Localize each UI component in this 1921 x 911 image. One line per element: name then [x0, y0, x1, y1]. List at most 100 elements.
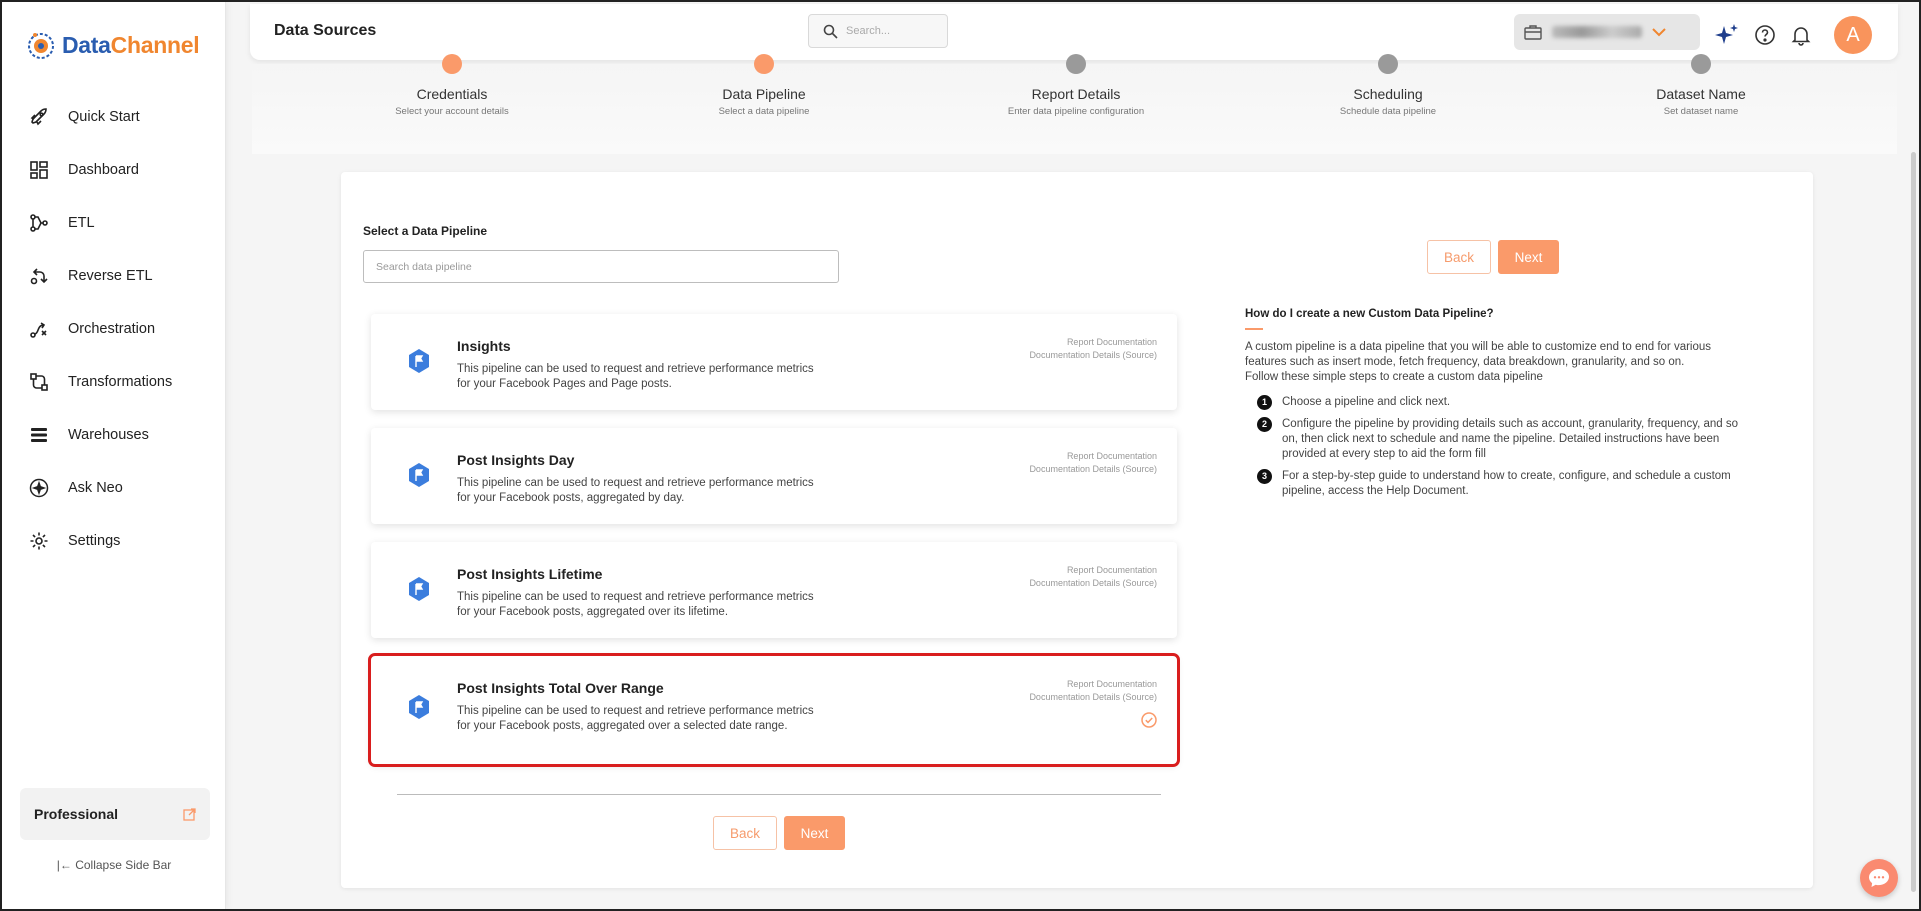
plan-badge[interactable]: Professional — [20, 788, 210, 840]
workspace-name-redacted — [1552, 26, 1642, 38]
sidebar-item-label: Dashboard — [68, 161, 139, 178]
chevron-down-icon — [1652, 28, 1666, 37]
pipeline-doc-links: Report Documentation Documentation Detai… — [1029, 336, 1157, 362]
step-data-pipeline[interactable]: Data Pipeline Select a data pipeline — [664, 54, 864, 117]
help-paragraph: A custom pipeline is a data pipeline tha… — [1245, 341, 1712, 368]
rocket-icon — [28, 106, 50, 128]
next-button-bottom[interactable]: Next — [784, 816, 845, 850]
step-scheduling[interactable]: Scheduling Schedule data pipeline — [1288, 54, 1488, 117]
pipeline-doc-links: Report Documentation Documentation Detai… — [1029, 564, 1157, 590]
step-name: Scheduling — [1353, 86, 1423, 102]
sidebar-item-orchestration[interactable]: Orchestration — [2, 302, 226, 355]
step-subtitle: Select your account details — [395, 106, 509, 117]
documentation-details-link[interactable]: Documentation Details (Source) — [1029, 463, 1157, 476]
header-actions: A — [1714, 16, 1872, 54]
documentation-details-link[interactable]: Documentation Details (Source) — [1029, 691, 1157, 704]
pipeline-doc-links: Report Documentation Documentation Detai… — [1029, 678, 1157, 704]
step-credentials[interactable]: Credentials Select your account details — [352, 54, 552, 117]
sidebar-item-settings[interactable]: Settings — [2, 514, 226, 567]
pipeline-title: Post Insights Total Over Range — [457, 680, 664, 696]
step-number: 1 — [1257, 395, 1272, 410]
sidebar-item-transformations[interactable]: Transformations — [2, 355, 226, 408]
pipeline-title: Post Insights Day — [457, 452, 575, 468]
pipeline-doc-links: Report Documentation Documentation Detai… — [1029, 450, 1157, 476]
step-subtitle: Schedule data pipeline — [1339, 106, 1437, 117]
step-subtitle: Set dataset name — [1663, 106, 1739, 117]
gear-icon — [28, 530, 50, 552]
sidebar-item-etl[interactable]: ETL — [2, 196, 226, 249]
page-title: Data Sources — [274, 22, 377, 39]
reverse-etl-icon — [28, 265, 50, 287]
sidebar-item-label: ETL — [68, 214, 95, 231]
select-pipeline-label: Select a Data Pipeline — [363, 224, 488, 238]
pipeline-selection-card: Select a Data Pipeline Back Next Insight… — [341, 172, 1813, 888]
help-step-text: Configure the pipeline by providing deta… — [1282, 418, 1739, 460]
pipeline-description: This pipeline can be used to request and… — [457, 363, 814, 390]
back-button-top[interactable]: Back — [1427, 240, 1491, 274]
report-documentation-link[interactable]: Report Documentation — [1029, 678, 1157, 691]
documentation-details-link[interactable]: Documentation Details (Source) — [1029, 349, 1157, 362]
step-dot — [1378, 54, 1398, 74]
step-number: 3 — [1257, 469, 1272, 484]
step-name: Data Pipeline — [722, 86, 806, 102]
briefcase-icon — [1524, 25, 1542, 40]
step-dataset-name[interactable]: Dataset Name Set dataset name — [1601, 54, 1801, 117]
datachannel-logo[interactable]: DataChannel — [26, 30, 200, 60]
step-name: Report Details — [1031, 86, 1121, 102]
collapse-sidebar-button[interactable]: |← Collapse Side Bar — [2, 858, 226, 872]
pipeline-card-post-insights-lifetime[interactable]: Post Insights Lifetime This pipeline can… — [371, 542, 1177, 638]
sidebar-item-warehouses[interactable]: Warehouses — [2, 408, 226, 461]
facebook-pipeline-icon — [409, 695, 429, 719]
sidebar-item-label: Transformations — [68, 373, 173, 390]
bell-icon[interactable] — [1790, 24, 1812, 46]
header-search-placeholder: Search... — [846, 25, 891, 37]
plan-name: Professional — [34, 806, 119, 822]
report-documentation-link[interactable]: Report Documentation — [1029, 450, 1157, 463]
facebook-pipeline-icon — [409, 577, 429, 601]
sidebar-item-label: Reverse ETL — [68, 267, 153, 284]
etl-icon — [28, 212, 50, 234]
workspace-selector[interactable] — [1514, 14, 1700, 50]
step-dot — [442, 54, 462, 74]
chat-support-button[interactable] — [1860, 859, 1898, 897]
help-step: 1 Choose a pipeline and click next. — [1257, 395, 1755, 410]
user-avatar[interactable]: A — [1834, 16, 1872, 54]
sidebar-nav: Quick Start Dashboard ETL Reverse ETL Or… — [2, 90, 226, 567]
sidebar-item-label: Ask Neo — [68, 479, 123, 496]
help-paragraph: Follow these simple steps to create a cu… — [1245, 371, 1543, 383]
sidebar-item-ask-neo[interactable]: Ask Neo — [2, 461, 226, 514]
facebook-pipeline-icon — [409, 463, 429, 487]
sparkle-icon — [28, 477, 50, 499]
pipeline-card-insights[interactable]: Insights This pipeline can be used to re… — [371, 314, 1177, 410]
sidebar-item-label: Settings — [68, 532, 121, 549]
step-report-details[interactable]: Report Details Enter data pipeline confi… — [976, 54, 1176, 117]
page-scrollbar[interactable] — [1911, 152, 1916, 892]
sidebar: DataChannel Quick Start Dashboard ETL Re… — [2, 2, 226, 909]
pipeline-card-post-insights-day[interactable]: Post Insights Day This pipeline can be u… — [371, 428, 1177, 524]
sidebar-item-reverse-etl[interactable]: Reverse ETL — [2, 249, 226, 302]
help-icon[interactable] — [1754, 24, 1776, 46]
step-dot — [1691, 54, 1711, 74]
report-documentation-link[interactable]: Report Documentation — [1029, 564, 1157, 577]
step-name: Dataset Name — [1656, 86, 1746, 102]
collapse-sidebar-label: Collapse Side Bar — [75, 858, 172, 872]
ai-sparkle-icon[interactable] — [1714, 23, 1740, 47]
search-icon — [823, 24, 838, 39]
logo-icon — [28, 33, 54, 59]
dashboard-icon — [28, 159, 50, 181]
pipeline-search-input[interactable] — [363, 250, 839, 283]
sidebar-item-dashboard[interactable]: Dashboard — [2, 143, 226, 196]
header-search-input[interactable]: Search... — [808, 14, 948, 48]
pipeline-title: Post Insights Lifetime — [457, 566, 603, 582]
help-step: 2 Configure the pipeline by providing de… — [1257, 417, 1755, 462]
divider — [397, 794, 1161, 795]
logo-text: DataChannel — [62, 31, 200, 58]
report-documentation-link[interactable]: Report Documentation — [1029, 336, 1157, 349]
back-button-bottom[interactable]: Back — [713, 816, 777, 850]
sidebar-item-quick-start[interactable]: Quick Start — [2, 90, 226, 143]
pipeline-description: This pipeline can be used to request and… — [457, 705, 814, 732]
selected-check-icon — [1141, 712, 1157, 728]
documentation-details-link[interactable]: Documentation Details (Source) — [1029, 577, 1157, 590]
next-button-top[interactable]: Next — [1498, 240, 1559, 274]
pipeline-card-post-insights-total-over-range[interactable]: Post Insights Total Over Range This pipe… — [368, 653, 1180, 767]
